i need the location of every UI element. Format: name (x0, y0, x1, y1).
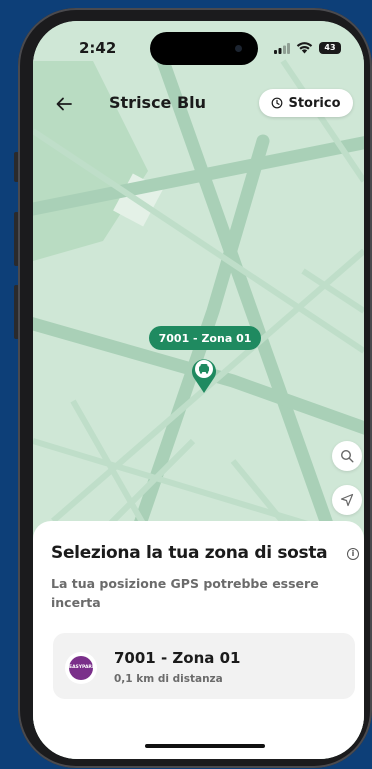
gps-warning-text: La tua posizione GPS potrebbe essere inc… (51, 576, 319, 610)
operator-logo-icon: EASYPARK (65, 652, 97, 684)
wifi-icon (296, 42, 313, 54)
status-icons: 43 (274, 41, 346, 57)
history-label: Storico (288, 95, 341, 111)
back-button[interactable] (51, 91, 77, 117)
info-icon[interactable]: i (347, 548, 359, 560)
locate-me-button[interactable] (332, 485, 362, 515)
home-indicator[interactable] (145, 744, 265, 748)
status-bar: 2:42 43 (33, 21, 364, 67)
signal-icon (274, 43, 290, 54)
arrow-left-icon (56, 97, 72, 111)
zone-list-item[interactable]: EASYPARK 7001 - Zona 01 0,1 km di distan… (53, 633, 355, 699)
search-icon (340, 449, 354, 463)
location-arrow-icon (340, 493, 354, 507)
page-title: Strisce Blu (109, 93, 207, 112)
zone-marker-label[interactable]: 7001 - Zona 01 (149, 326, 261, 350)
history-button[interactable]: Storico (259, 89, 353, 117)
map-search-button[interactable] (332, 441, 362, 471)
dynamic-island (150, 32, 258, 65)
zone-distance: 0,1 km di distanza (114, 673, 223, 685)
operator-logo-text: EASYPARK (69, 656, 93, 680)
zone-name: 7001 - Zona 01 (114, 649, 241, 667)
app-screen: 2:42 43 Strisce Blu Storico 7001 - Zona … (33, 21, 364, 759)
zone-selection-sheet: Seleziona la tua zona di sosta i La tua … (33, 521, 364, 759)
battery-icon: 43 (319, 42, 341, 54)
clock-icon (272, 97, 283, 109)
sheet-title: Seleziona la tua zona di sosta (51, 543, 328, 563)
status-time: 2:42 (79, 39, 117, 57)
car-marker-icon[interactable] (189, 354, 219, 394)
camera-dot (235, 45, 242, 52)
